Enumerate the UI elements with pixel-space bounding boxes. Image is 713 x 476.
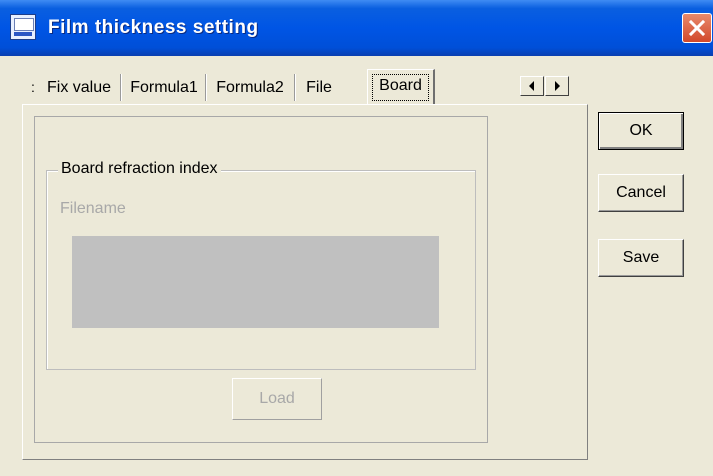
save-button[interactable]: Save [598,239,684,277]
tab-formula1[interactable]: Formula1 [125,72,203,104]
group-label: Board refraction index [58,160,221,178]
tab-scroll-right-button[interactable] [545,76,569,96]
arrow-right-icon [555,81,560,91]
title-bar[interactable]: Film thickness setting [0,0,713,56]
tab-overflow-indicator: : [31,79,35,95]
tab-divider [121,74,122,101]
close-icon [688,19,706,37]
tab-formula2[interactable]: Formula2 [210,72,290,104]
filename-display [72,236,439,328]
tab-divider [206,74,207,101]
tab-divider [295,74,296,101]
tab-file[interactable]: File [299,72,339,104]
cancel-button[interactable]: Cancel [598,174,684,212]
tab-label: Formula2 [216,79,284,96]
load-button[interactable]: Load [232,378,322,420]
application-icon[interactable] [10,14,36,40]
close-button[interactable] [682,13,712,43]
tab-board[interactable]: Board [367,69,435,105]
window-title: Film thickness setting [48,17,259,38]
arrow-left-icon [529,81,534,91]
tab-label: File [306,79,332,96]
ok-button[interactable]: OK [598,112,684,150]
tab-label: Formula1 [130,79,198,96]
tab-fix-value[interactable]: Fix value [40,72,118,104]
tab-label: Fix value [46,79,112,96]
tab-label: Board [379,77,422,94]
tab-scroll-left-button[interactable] [520,76,544,96]
tab-scroll-arrows [520,76,570,96]
filename-label: Filename [60,200,126,217]
